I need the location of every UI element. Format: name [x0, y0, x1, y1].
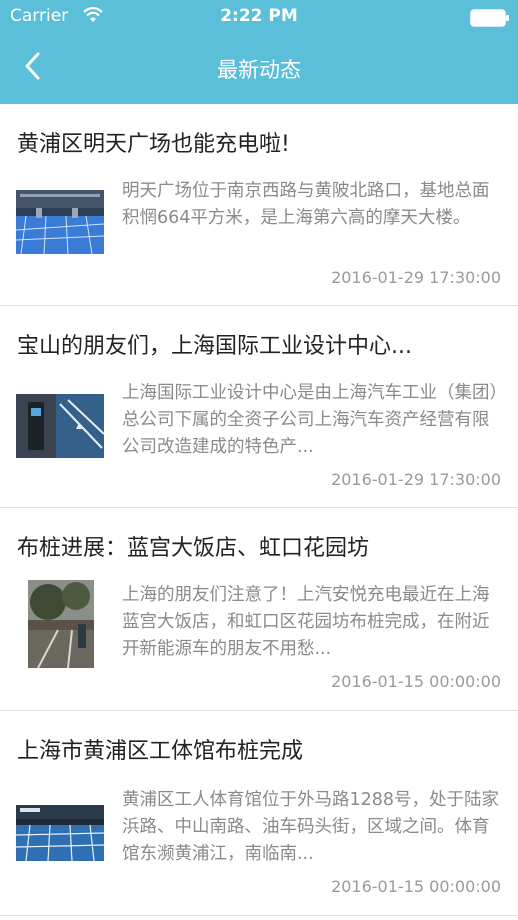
news-summary: 上海国际工业设计中心是由上海汽车工业（集团）总公司下属的全资子公司上海汽车资产经…	[122, 383, 499, 457]
news-list: 黄浦区明天广场也能充电啦! 明天广场位于南京西路与黄陂北路口，基地总面积惘664…	[0, 104, 518, 916]
news-title: 布桩进展：蓝宫大饭店、虹口花园坊	[17, 536, 370, 561]
news-title: 宝山的朋友们，上海国际工业设计中心...	[17, 334, 412, 359]
news-item[interactable]: 宝山的朋友们，上海国际工业设计中心... ▲ 上海国际工业设计中心是由上海汽车工…	[0, 306, 518, 508]
news-item[interactable]: 黄浦区明天广场也能充电啦! 明天广场位于南京西路与黄陂北路口，基地总面积惘664…	[0, 104, 518, 306]
news-item[interactable]: 上海市黄浦区工体馆布桩完成 黄浦区工人体育馆位于外马路1288号，处于陆家浜路、…	[0, 711, 518, 916]
news-thumbnail	[16, 190, 104, 254]
news-summary: 黄浦区工人体育馆位于外马路1288号，处于陆家浜路、中山南路、油车码头街，区域之…	[122, 790, 500, 864]
svg-text:▲: ▲	[76, 421, 83, 430]
news-summary: 上海的朋友们注意了！上汽安悦充电最近在上海蓝宫大饭店，和虹口区花园坊布桩完成，在…	[122, 585, 490, 659]
status-bar: Carrier 2:22 PM	[0, 0, 518, 34]
status-time: 2:22 PM	[220, 6, 298, 26]
news-thumbnail	[28, 580, 94, 668]
page-title: 最新动态	[217, 58, 301, 82]
news-date: 2016-01-29 17:30:00	[331, 268, 501, 287]
news-thumbnail	[16, 805, 104, 861]
news-summary: 明天广场位于南京西路与黄陂北路口，基地总面积惘664平方米，是上海第六高的摩天大…	[122, 181, 490, 228]
news-title: 上海市黄浦区工体馆布桩完成	[17, 739, 304, 764]
news-thumbnail: ▲	[16, 394, 104, 458]
news-title: 黄浦区明天广场也能充电啦!	[17, 132, 290, 157]
news-date: 2016-01-15 00:00:00	[331, 672, 501, 691]
news-date: 2016-01-29 17:30:00	[331, 470, 501, 489]
news-item[interactable]: 布桩进展：蓝宫大饭店、虹口花园坊 上海的朋友们注意了！上汽安悦充电最近在上海蓝宫…	[0, 508, 518, 711]
header: Carrier 2:22 PM 最新动态	[0, 0, 518, 104]
battery-icon	[470, 9, 510, 31]
news-date: 2016-01-15 00:00:00	[331, 877, 501, 896]
